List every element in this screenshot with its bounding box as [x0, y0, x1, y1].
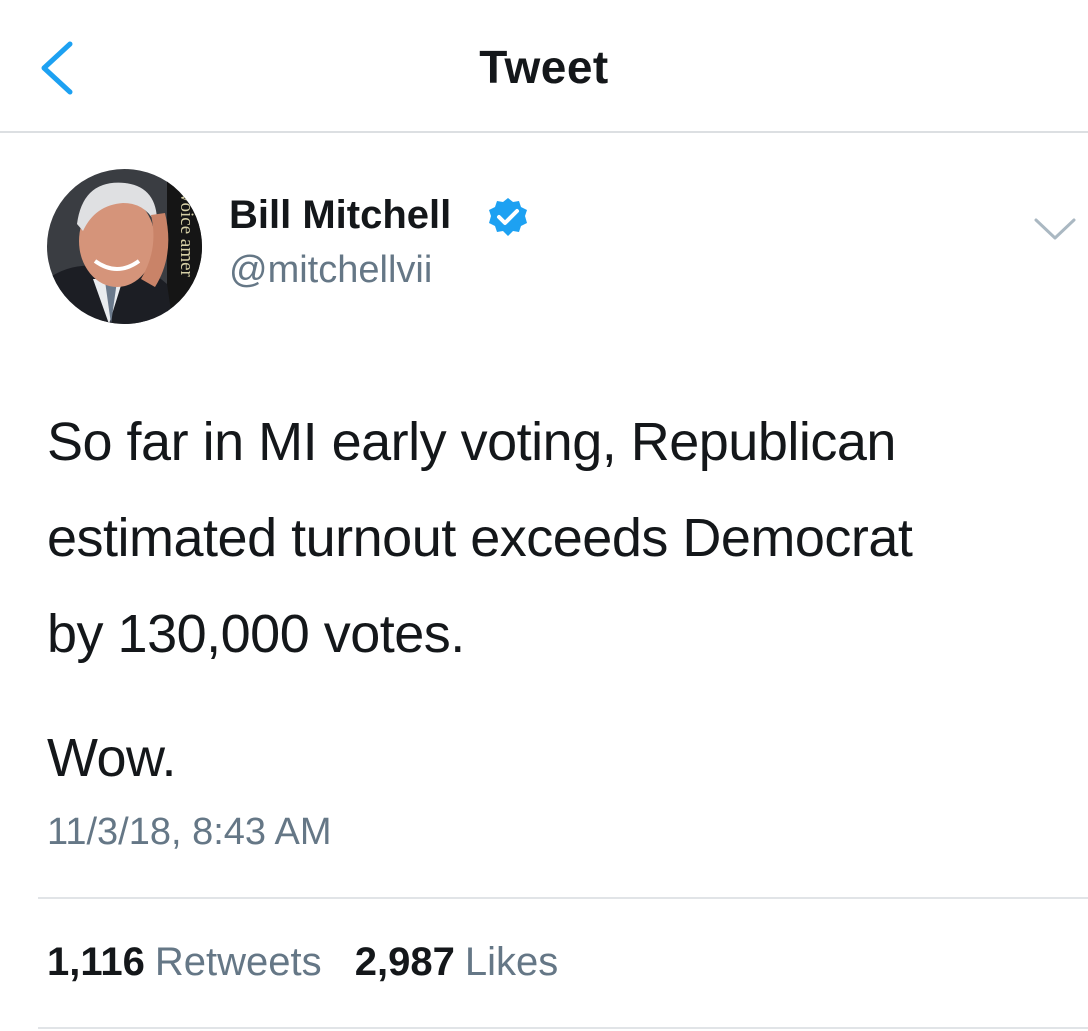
tweet-text: So far in MI early voting, Republican es… [47, 394, 1067, 806]
likes-stat[interactable]: 2,987 Likes [355, 940, 559, 985]
author-name[interactable]: Bill Mitchell [229, 193, 451, 238]
likes-label: Likes [464, 940, 559, 984]
tweet-text-closing: Wow. [47, 728, 177, 788]
more-options-button[interactable] [1030, 210, 1080, 246]
retweets-count: 1,116 [47, 940, 145, 984]
verified-badge-icon [487, 196, 529, 238]
divider [38, 897, 1088, 899]
navigation-bar: Tweet [0, 0, 1088, 133]
avatar-watermark: voice amer [176, 193, 197, 278]
retweets-stat[interactable]: 1,116 Retweets [47, 940, 322, 985]
tweet-timestamp: 11/3/18, 8:43 AM [47, 811, 332, 853]
retweets-label: Retweets [154, 940, 322, 984]
tweet-text-line: So far in MI early voting, Republican [47, 412, 896, 472]
page-title: Tweet [479, 41, 609, 93]
chevron-down-icon [1034, 218, 1076, 240]
likes-count: 2,987 [354, 940, 455, 984]
avatar[interactable]: voice amer [47, 169, 202, 324]
tweet-text-line: estimated turnout exceeds Democrat [47, 508, 913, 568]
engagement-stats: 1,116 Retweets 2,987 Likes [47, 940, 580, 985]
divider [38, 1027, 1088, 1029]
tweet-text-line: by 130,000 votes. [47, 604, 465, 664]
author-handle[interactable]: @mitchellvii [229, 249, 432, 292]
